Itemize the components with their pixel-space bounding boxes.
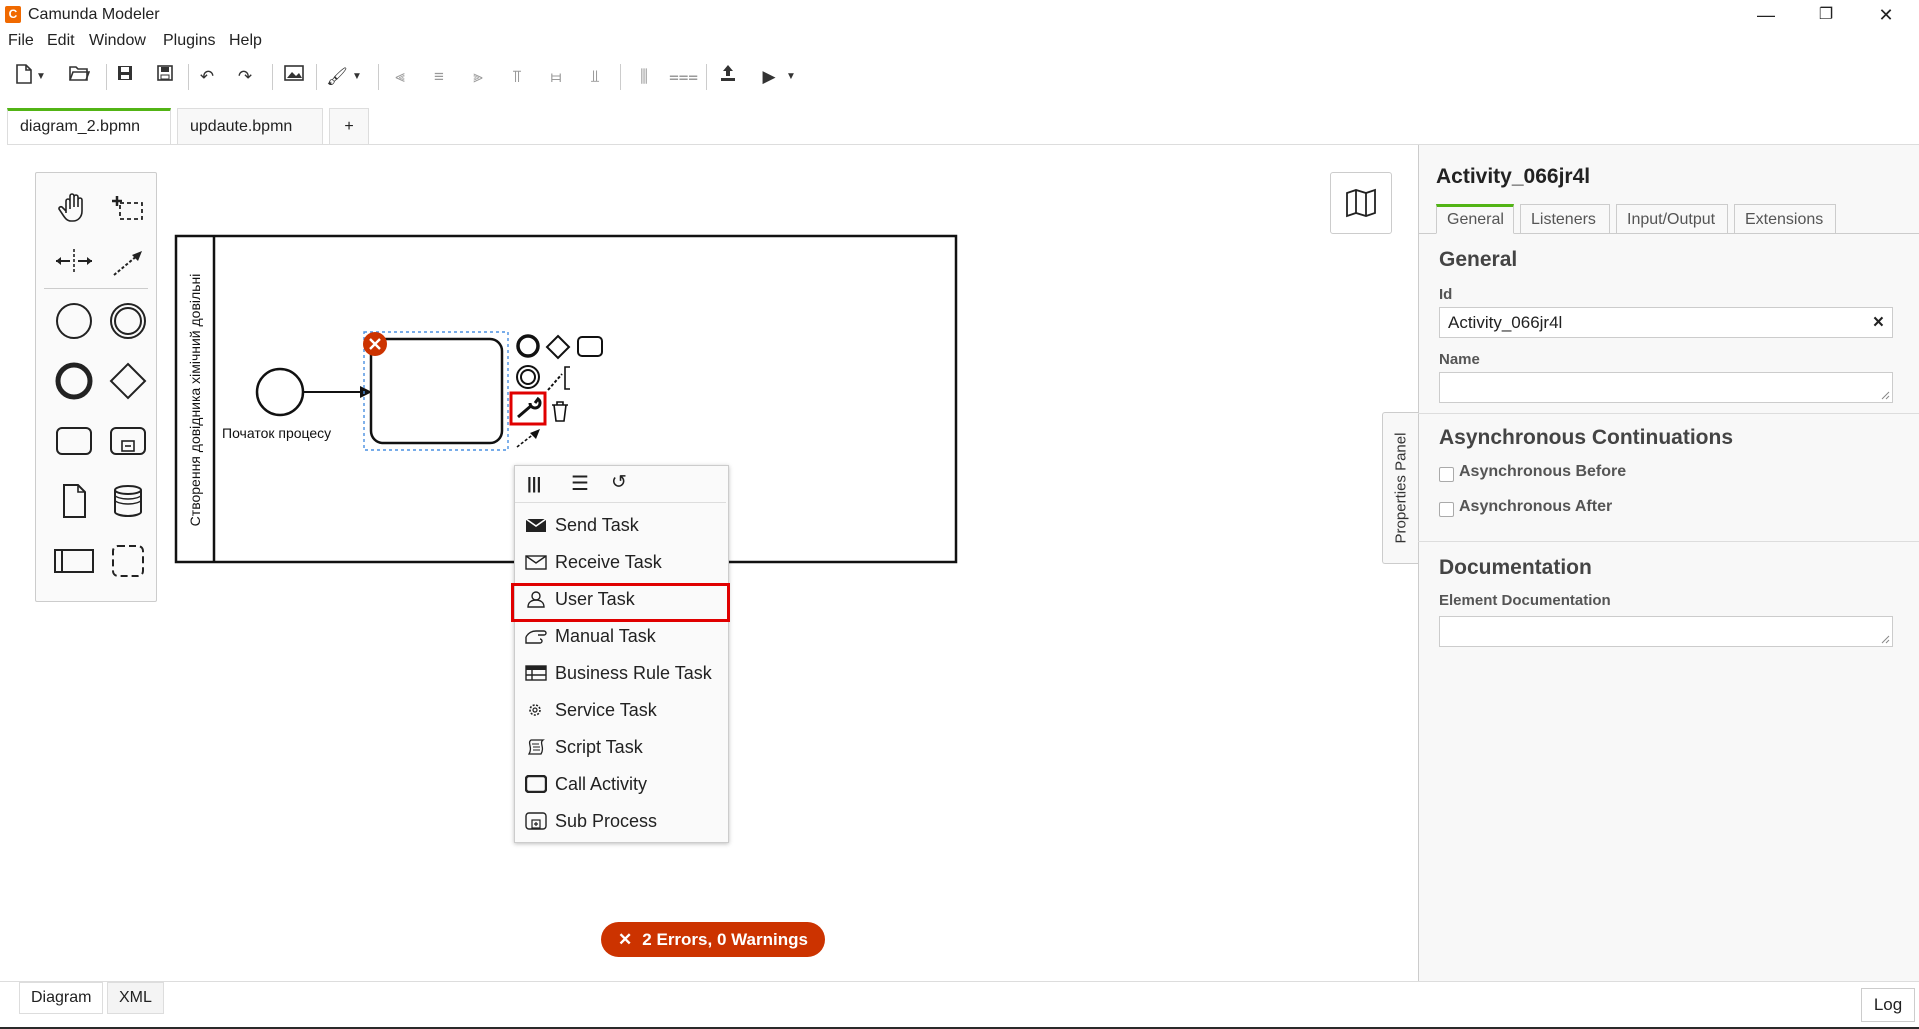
- popup-item-business-rule-task[interactable]: Business Rule Task: [515, 655, 726, 692]
- popup-item-service-task[interactable]: Service Task: [515, 692, 726, 729]
- task-shape: [369, 337, 504, 445]
- clear-id-icon[interactable]: ×: [1873, 308, 1884, 337]
- pool-label: Створення довідника хімічний довільні: [187, 273, 203, 527]
- bottom-bar: [0, 981, 1919, 1029]
- tab-listeners[interactable]: Listeners: [1520, 204, 1610, 234]
- general-heading: General: [1439, 248, 1518, 271]
- user-task-highlight: [511, 583, 730, 622]
- restore-button[interactable]: ❐: [1798, 0, 1854, 30]
- script-task-icon: [527, 739, 545, 755]
- name-input[interactable]: [1439, 372, 1893, 403]
- minimize-button[interactable]: —: [1738, 0, 1794, 30]
- business-rule-task-icon: [525, 665, 547, 681]
- async-after-label: Asynchronous After: [1459, 498, 1613, 515]
- element-documentation-label: Element Documentation: [1439, 592, 1611, 609]
- close-window-button[interactable]: ✕: [1858, 0, 1914, 30]
- documentation-heading: Documentation: [1439, 556, 1592, 579]
- popup-item-script-task[interactable]: Script Task: [515, 729, 726, 766]
- async-before-label: Asynchronous Before: [1459, 463, 1627, 480]
- async-after-checkbox[interactable]: [1439, 502, 1454, 517]
- resize-handle-icon[interactable]: [1880, 634, 1890, 644]
- receive-task-icon: [525, 555, 547, 570]
- tab-diagram-view[interactable]: Diagram: [19, 982, 104, 1014]
- tab-general[interactable]: General: [1436, 204, 1514, 234]
- start-event-label: Початок процесу: [222, 425, 332, 441]
- call-activity-icon: [525, 775, 547, 793]
- element-id-title: Activity_066jr4l: [1436, 165, 1591, 188]
- pool-label-container: Створення довідника хімічний довільні: [170, 260, 220, 540]
- error-icon: ✕: [618, 930, 633, 949]
- async-before-checkbox[interactable]: [1439, 467, 1454, 482]
- sequential-multi-instance-icon[interactable]: ☰: [571, 471, 589, 496]
- loop-icon[interactable]: ↺: [611, 471, 627, 494]
- popup-header: ||| ☰ ↺: [515, 466, 726, 503]
- id-input[interactable]: Activity_066jr4l ×: [1439, 307, 1893, 338]
- log-button[interactable]: Log: [1861, 988, 1915, 1022]
- popup-item-send-task[interactable]: Send Task: [515, 507, 726, 544]
- tab-xml-view[interactable]: XML: [107, 982, 164, 1014]
- start-event-shape: [255, 367, 305, 417]
- service-task-icon: [529, 704, 541, 716]
- id-label: Id: [1439, 286, 1453, 303]
- error-badge[interactable]: ✕ 2 Errors, 0 Warnings: [601, 922, 825, 957]
- properties-panel-toggle[interactable]: Properties Panel: [1382, 412, 1419, 564]
- bpmn-diagram: [174, 234, 958, 564]
- element-documentation-input[interactable]: [1439, 616, 1893, 647]
- name-label: Name: [1439, 351, 1480, 368]
- map-icon: [1346, 188, 1376, 218]
- popup-item-manual-task[interactable]: Manual Task: [515, 618, 726, 655]
- replace-popup-menu: ||| ☰ ↺ Send Task Receive Task User Task…: [514, 465, 729, 843]
- async-continuations-heading: Asynchronous Continuations: [1439, 426, 1733, 449]
- minimap-toggle-button[interactable]: [1330, 172, 1392, 234]
- tab-extensions[interactable]: Extensions: [1734, 204, 1836, 234]
- resize-handle-icon[interactable]: [1880, 390, 1890, 400]
- sub-process-icon: [525, 812, 547, 830]
- popup-item-receive-task[interactable]: Receive Task: [515, 544, 726, 581]
- properties-panel-toggle-label: Properties Panel: [1392, 432, 1410, 544]
- send-task-icon: [525, 518, 547, 532]
- parallel-multi-instance-icon[interactable]: |||: [527, 474, 541, 494]
- id-value: Activity_066jr4l: [1448, 313, 1563, 332]
- popup-item-call-activity[interactable]: Call Activity: [515, 766, 726, 803]
- error-text: 2 Errors, 0 Warnings: [642, 930, 808, 949]
- manual-task-icon: [525, 630, 547, 644]
- popup-item-sub-process[interactable]: Sub Process: [515, 803, 726, 840]
- tab-input-output[interactable]: Input/Output: [1616, 204, 1728, 234]
